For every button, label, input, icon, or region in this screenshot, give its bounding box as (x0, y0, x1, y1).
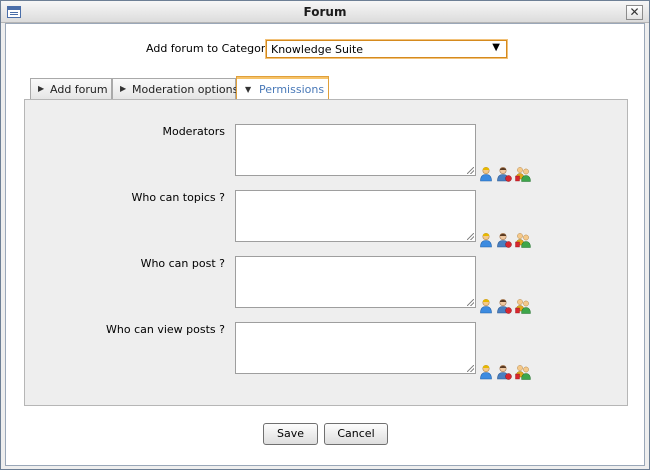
dropdown-arrow-icon: ▼ (492, 42, 500, 53)
who-can-view-posts-field[interactable] (235, 322, 476, 374)
select-user-icon[interactable] (478, 298, 494, 314)
close-button[interactable]: ✕ (626, 5, 643, 20)
who-can-topics-field[interactable] (235, 190, 476, 242)
resize-grip-icon[interactable] (467, 299, 474, 306)
category-select[interactable]: Knowledge Suite ▼ (266, 40, 507, 58)
tab-moderation-options[interactable]: ▶ Moderation options (112, 78, 239, 100)
tab-label: Permissions (259, 83, 325, 96)
select-group-icon[interactable] (515, 364, 531, 380)
triangle-down-icon: ▼ (245, 85, 252, 94)
cancel-button[interactable]: Cancel (324, 423, 388, 445)
select-membership-icon[interactable] (496, 298, 512, 314)
who-can-post-label: Who can post ? (140, 257, 225, 270)
select-group-icon[interactable] (515, 232, 531, 248)
permissions-panel: Moderators Who can topics ? Who can post… (24, 99, 628, 406)
dialog-content: Add forum to Category: Knowledge Suite ▼… (5, 23, 645, 466)
tab-bar: ▶ Add forum ▶ Moderation options ▼ Permi… (30, 76, 630, 101)
select-membership-icon[interactable] (496, 364, 512, 380)
save-button[interactable]: Save (263, 423, 318, 445)
category-label: Add forum to Category: (146, 42, 275, 55)
tab-label: Moderation options (132, 83, 239, 96)
tab-label: Add forum (50, 83, 108, 96)
who-can-view-posts-label: Who can view posts ? (106, 323, 225, 336)
triangle-right-icon: ▶ (120, 84, 127, 93)
moderators-label: Moderators (162, 125, 225, 138)
who-can-topics-label: Who can topics ? (131, 191, 225, 204)
tab-add-forum[interactable]: ▶ Add forum (30, 78, 112, 100)
select-group-icon[interactable] (515, 166, 531, 182)
select-membership-icon[interactable] (496, 232, 512, 248)
window-title: Forum (303, 5, 347, 19)
select-user-icon[interactable] (478, 364, 494, 380)
title-bar[interactable]: Forum ✕ (1, 1, 649, 23)
triangle-right-icon: ▶ (38, 84, 45, 93)
select-membership-icon[interactable] (496, 166, 512, 182)
select-group-icon[interactable] (515, 298, 531, 314)
moderators-field[interactable] (235, 124, 476, 176)
who-can-post-field[interactable] (235, 256, 476, 308)
tab-permissions[interactable]: ▼ Permissions (236, 76, 329, 101)
select-user-icon[interactable] (478, 232, 494, 248)
select-user-icon[interactable] (478, 166, 494, 182)
resize-grip-icon[interactable] (467, 365, 474, 372)
category-selected-value: Knowledge Suite (271, 43, 364, 56)
close-icon: ✕ (629, 5, 640, 19)
forum-dialog: Forum ✕ Add forum to Category: Knowledge… (0, 0, 650, 470)
resize-grip-icon[interactable] (467, 233, 474, 240)
resize-grip-icon[interactable] (467, 167, 474, 174)
